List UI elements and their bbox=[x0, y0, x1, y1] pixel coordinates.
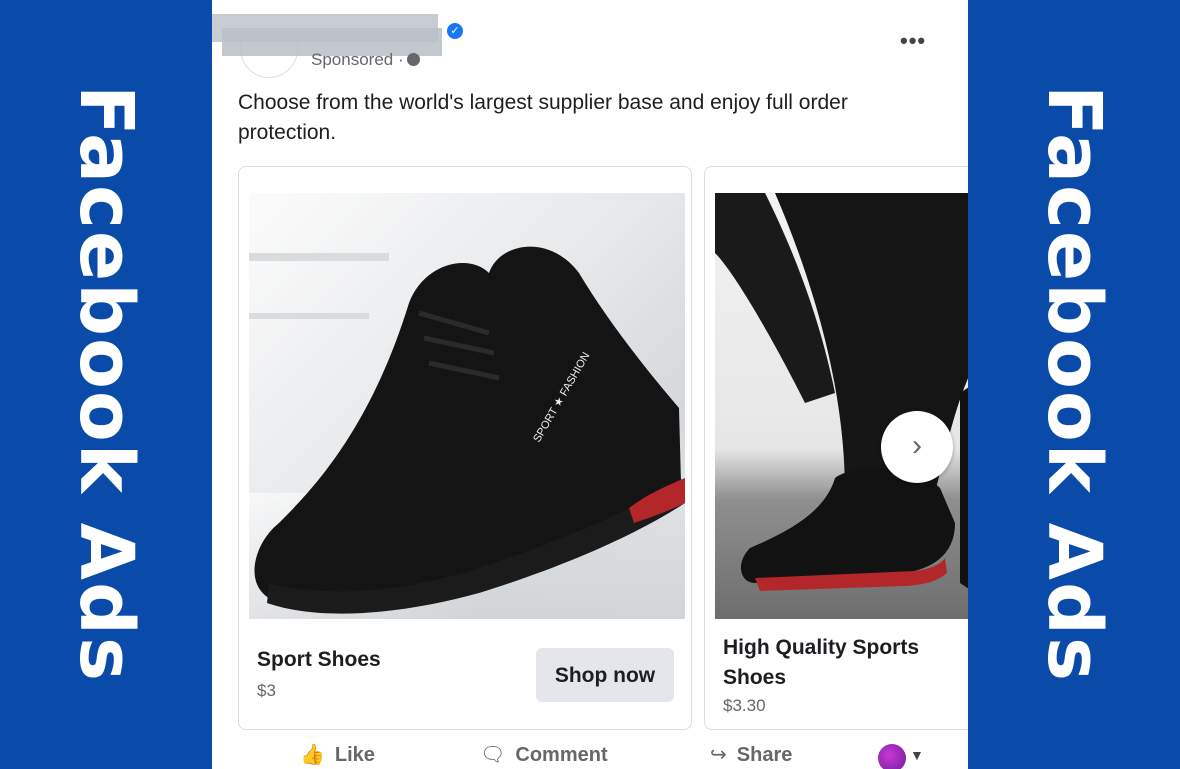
like-button[interactable]: 👍 Like bbox=[300, 742, 375, 767]
like-label: Like bbox=[334, 744, 375, 766]
react-as-avatar[interactable] bbox=[878, 744, 906, 769]
sponsored-text: Sponsored · bbox=[311, 50, 404, 69]
product-image-sport-shoe[interactable]: SPORT ★ FASHION bbox=[249, 193, 685, 619]
card-title[interactable]: Sport Shoes bbox=[257, 648, 381, 672]
card-price: $3.30 bbox=[723, 696, 766, 715]
carousel-next-button[interactable]: › bbox=[881, 411, 953, 483]
post-text: Choose from the world's largest supplier… bbox=[238, 91, 848, 144]
carousel-card-1[interactable]: SPORT ★ FASHION Sport Shoes $3 Shop now bbox=[238, 166, 692, 730]
shoe-worn-illustration bbox=[715, 193, 968, 591]
more-options-icon[interactable]: ••• bbox=[900, 28, 926, 54]
thumbs-up-icon: 👍 bbox=[300, 744, 325, 766]
sport-shoe-illustration: SPORT ★ FASHION bbox=[249, 246, 685, 619]
sponsored-label: Sponsored · bbox=[311, 50, 420, 70]
facebook-ad-post: ✓ Sponsored · ••• Choose from the world'… bbox=[212, 0, 968, 769]
verified-badge-icon: ✓ bbox=[447, 23, 463, 39]
post-actions-bar: 👍 Like 🗨 Comment ↪ Share ▼ bbox=[212, 742, 968, 769]
share-label: Share bbox=[736, 744, 793, 766]
shop-now-button[interactable]: Shop now bbox=[536, 648, 674, 702]
comment-icon: 🗨 bbox=[480, 744, 506, 766]
product-image-shoe-worn[interactable] bbox=[715, 193, 968, 619]
banner-text-right: Facebook Ads bbox=[1031, 84, 1117, 684]
right-banner: Facebook Ads bbox=[968, 0, 1180, 769]
left-banner: Facebook Ads bbox=[0, 0, 212, 769]
caret-down-icon[interactable]: ▼ bbox=[910, 747, 924, 763]
share-icon: ↪ bbox=[710, 744, 727, 766]
banner-text-left: Facebook Ads bbox=[63, 84, 149, 684]
globe-icon bbox=[406, 53, 420, 66]
comment-label: Comment bbox=[515, 744, 608, 766]
share-button[interactable]: ↪ Share bbox=[710, 742, 792, 767]
comment-button[interactable]: 🗨 Comment bbox=[480, 742, 608, 767]
card-title[interactable]: High Quality Sports Shoes bbox=[723, 633, 963, 693]
card-price: $3 bbox=[257, 681, 276, 700]
chevron-right-icon: › bbox=[912, 429, 922, 462]
